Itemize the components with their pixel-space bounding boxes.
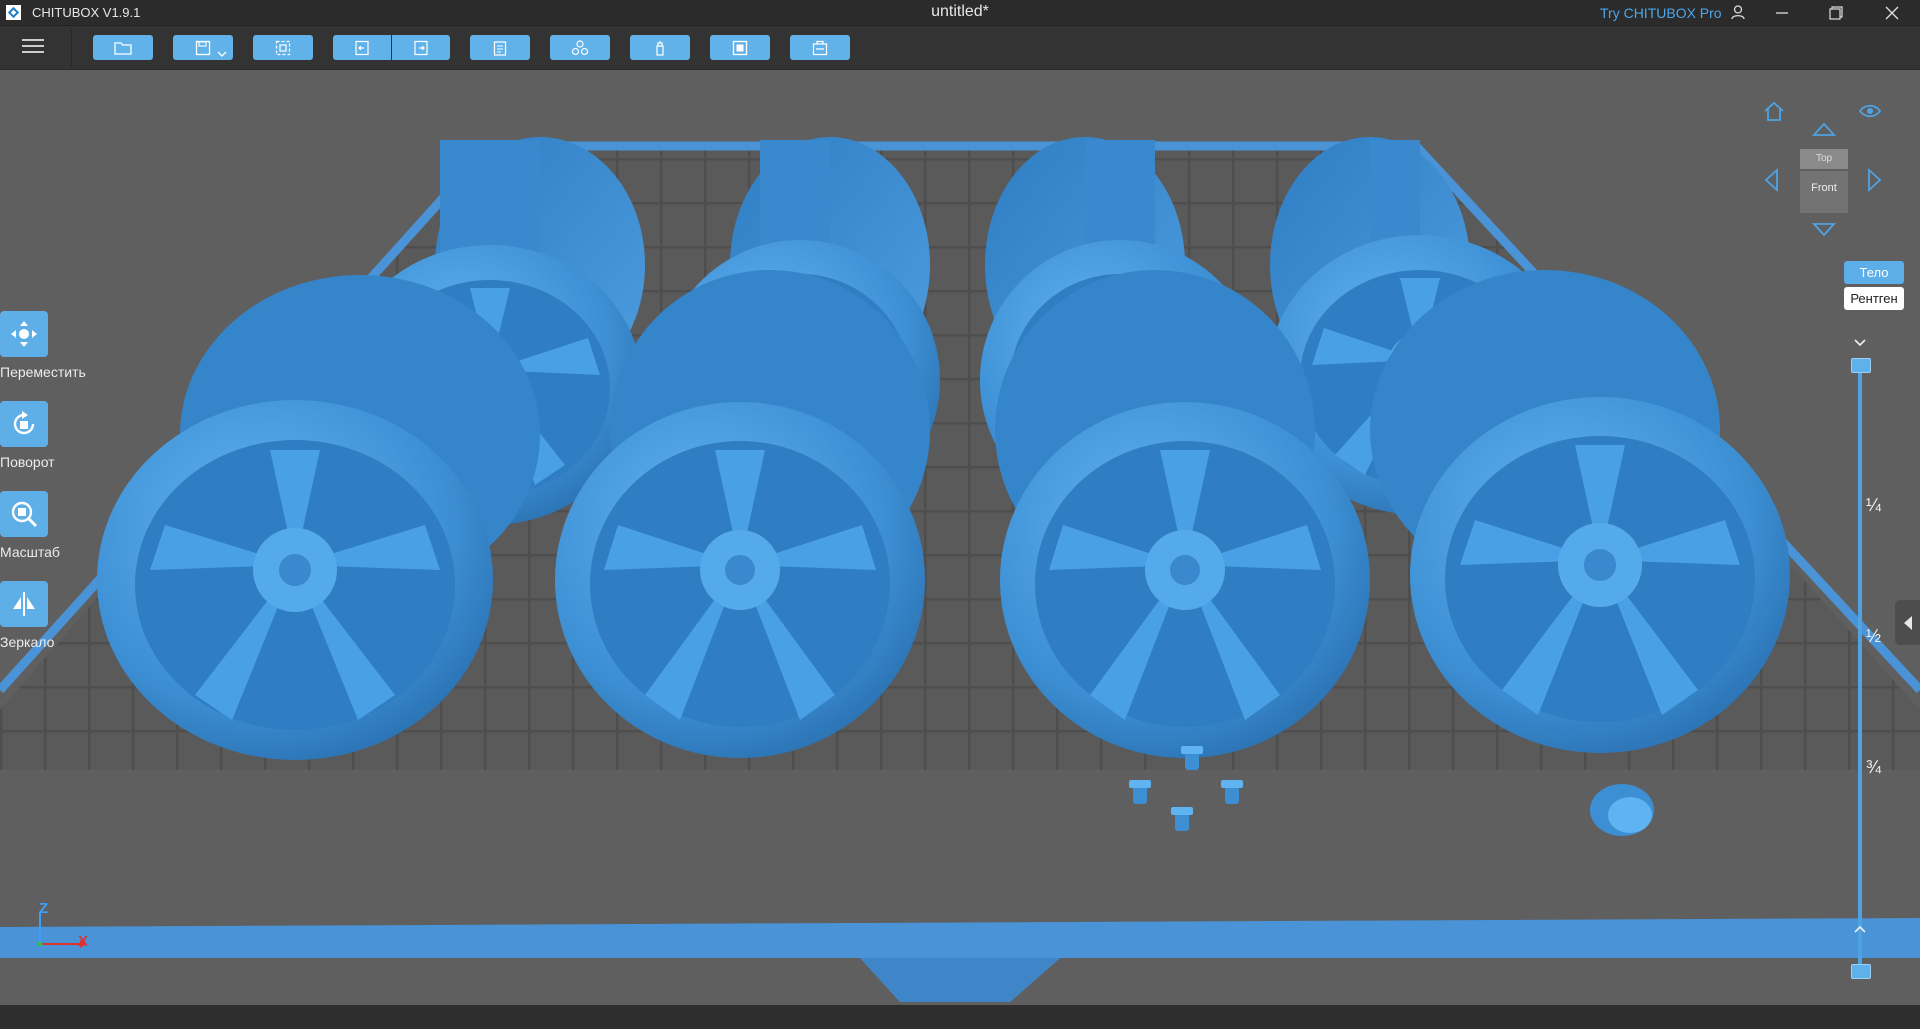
print-scene[interactable] [0, 70, 1920, 1005]
support-button[interactable] [630, 35, 690, 60]
rotate-tool-icon-box [0, 401, 48, 447]
rotate-icon [13, 411, 35, 435]
hamburger-menu-button[interactable] [18, 35, 50, 61]
arrange-button[interactable] [550, 35, 610, 60]
view-cube[interactable]: Top Front [1800, 149, 1848, 215]
user-account-button[interactable] [1716, 0, 1760, 25]
move-tool[interactable]: Переместить [0, 311, 90, 380]
wheel-hub-center [279, 554, 311, 586]
redo-button[interactable] [392, 35, 450, 60]
mirror-tool-icon-box [0, 581, 48, 627]
clipboard-icon [493, 40, 507, 56]
save-icon [195, 40, 211, 55]
slider-mark-half: ½ [1866, 626, 1882, 646]
body-view-mode-button[interactable]: Тело [1844, 261, 1904, 284]
home-view-icon[interactable] [1763, 100, 1785, 122]
clipboard-button[interactable] [470, 35, 530, 60]
xray-view-mode-button[interactable]: Рентген [1844, 287, 1904, 310]
hollow-icon [732, 40, 748, 55]
move-icon [11, 321, 37, 347]
wheel-hub-center [725, 555, 755, 585]
rotate-tool[interactable]: Поворот [0, 401, 90, 470]
lug-nut[interactable] [1129, 780, 1151, 804]
mirror-icon [13, 592, 35, 616]
scale-tool[interactable]: Масштаб [0, 491, 90, 560]
try-pro-link[interactable]: Try CHITUBOX Pro [1600, 5, 1722, 21]
slider-chevron-up-icon[interactable] [1853, 924, 1867, 934]
view-right-arrow-icon[interactable] [1867, 168, 1883, 192]
lug-nut[interactable] [1171, 807, 1193, 831]
arrange-icon [571, 39, 589, 55]
menu-line [22, 45, 44, 47]
main-toolbar [0, 26, 1920, 70]
maximize-button[interactable] [1814, 0, 1858, 25]
support-icon [656, 40, 664, 56]
close-button[interactable] [1870, 0, 1914, 25]
view-cube-front[interactable]: Front [1800, 171, 1848, 213]
lug-nut[interactable] [1221, 780, 1243, 804]
plate-front-shadow [860, 958, 1060, 1002]
chevron-down-icon [217, 51, 227, 57]
view-left-arrow-icon[interactable] [1763, 168, 1779, 192]
title-bar: CHITUBOX V1.9.1 untitled* Try CHITUBOX P… [0, 0, 1920, 26]
view-up-arrow-icon[interactable] [1812, 121, 1836, 137]
slice-icon [812, 40, 828, 55]
slider-collapse-chevron-down-icon[interactable] [1853, 338, 1867, 348]
status-bar [0, 1005, 1920, 1029]
view-cube-top[interactable]: Top [1800, 149, 1848, 169]
user-icon [1731, 5, 1745, 20]
slice-button[interactable] [790, 35, 850, 60]
view-down-arrow-icon[interactable] [1812, 222, 1836, 238]
scale-tool-icon-box [0, 491, 48, 537]
rotate-tool-label: Поворот [0, 454, 55, 470]
scale-tool-label: Масштаб [0, 544, 60, 560]
select-all-icon [275, 40, 291, 55]
toolbar-divider [71, 30, 72, 66]
layer-slider-lower-handle[interactable] [1851, 964, 1871, 979]
folder-icon [114, 41, 132, 55]
layer-slider-track[interactable] [1858, 365, 1862, 974]
menu-line [22, 39, 44, 41]
select-all-button[interactable] [253, 35, 313, 60]
close-icon [1885, 6, 1899, 19]
mirror-tool-label: Зеркало [0, 634, 55, 650]
wheel-hub-center [1584, 549, 1616, 581]
x-axis-label: X [78, 933, 89, 950]
hollow-button[interactable] [710, 35, 770, 60]
chitubox-logo-icon [6, 5, 21, 20]
maximize-icon [1829, 5, 1843, 20]
scale-icon [11, 501, 38, 528]
minimize-icon [1776, 11, 1788, 14]
center-cap[interactable] [1590, 784, 1654, 836]
z-axis-label: Z [39, 900, 49, 917]
chevron-left-icon [1903, 615, 1912, 630]
redo-icon [414, 40, 428, 55]
save-button[interactable] [173, 35, 233, 60]
slider-mark-quarter: ¼ [1866, 495, 1882, 515]
undo-icon [355, 40, 369, 55]
move-tool-icon-box [0, 311, 48, 357]
mirror-tool[interactable]: Зеркало [0, 581, 90, 650]
wheel-hub-center [1170, 555, 1200, 585]
eye-icon[interactable] [1859, 103, 1881, 119]
app-name: CHITUBOX V1.9.1 [32, 5, 141, 20]
minimize-button[interactable] [1760, 0, 1804, 25]
move-tool-label: Переместить [0, 364, 86, 380]
right-panel-toggle[interactable] [1895, 600, 1920, 645]
slider-mark-three-quarters: ¾ [1866, 757, 1882, 777]
menu-line [22, 51, 44, 53]
undo-button[interactable] [333, 35, 391, 60]
3d-viewport[interactable]: Переместить Поворот Масштаб Зеркало Top … [0, 70, 1920, 1005]
open-file-button[interactable] [93, 35, 153, 60]
layer-slider-upper-handle[interactable] [1851, 358, 1871, 373]
